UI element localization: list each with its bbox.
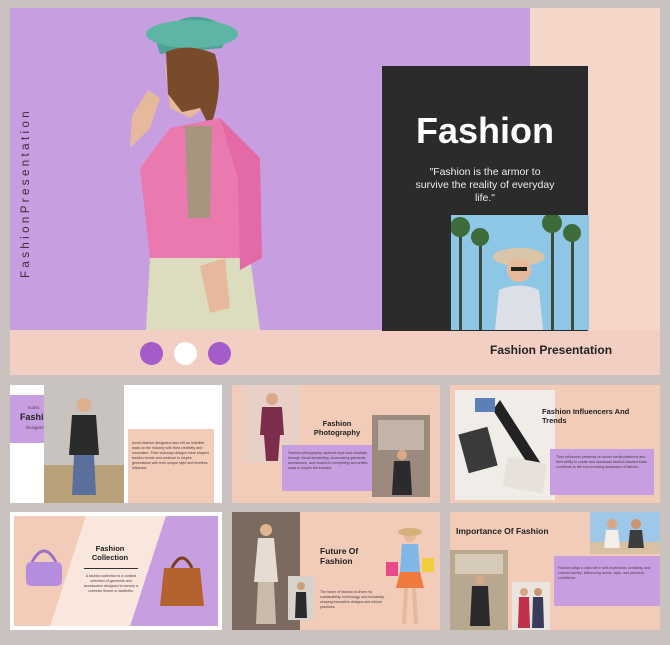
- hero-title: Fashion: [415, 110, 554, 151]
- dot-purple-1: [140, 342, 163, 365]
- t4-body: A fashion collection is a curated select…: [84, 574, 138, 593]
- t6-photo-street: [450, 550, 508, 630]
- t1-small: Iconic: [28, 405, 40, 410]
- t5-photo-small: [288, 576, 314, 620]
- t5-body: The future of fashion is driven by susta…: [320, 590, 385, 609]
- slide-thumb-importance[interactable]: Importance Of Fashion Fashion plays a vi…: [450, 512, 660, 630]
- vertical-title: FashionPresentation: [20, 107, 32, 279]
- dot-purple-2: [208, 342, 231, 365]
- t4-title: Fashion Collection: [91, 544, 129, 562]
- t2-body: Fashion photography captures style and c…: [288, 451, 368, 470]
- t6-photo-pair: [512, 582, 550, 630]
- t3-title: Fashion Influencers And Trends: [542, 407, 630, 425]
- t5-title: Future Of Fashion: [320, 546, 359, 566]
- purple-handbag-icon: [26, 549, 62, 586]
- t2-photo-right: [372, 415, 430, 497]
- palms-photo: [451, 215, 589, 330]
- slide-thumb-designers[interactable]: Iconic Fashion Designers Iconic fashion …: [10, 385, 222, 503]
- slide-thumb-collection[interactable]: Fashion Collection A fashion collection …: [10, 512, 222, 630]
- slide-thumb-photography[interactable]: Fashion Photography Fashion photography …: [232, 385, 440, 503]
- t6-photo-couple: [590, 512, 660, 554]
- dot-white: [174, 342, 197, 365]
- t6-title: Importance Of Fashion: [456, 526, 549, 536]
- slide-thumb-future[interactable]: Future Of Fashion The future of fashion …: [232, 512, 440, 630]
- presentation-label: Fashion Presentation: [490, 343, 613, 357]
- brown-handbag-icon: [160, 556, 204, 606]
- t3-body: Their influencer presence on social medi…: [556, 455, 648, 469]
- t1-body: Iconic fashion designers have left an in…: [132, 441, 209, 470]
- t2-title: Fashion Photography: [313, 419, 361, 437]
- slide-thumb-influencers[interactable]: Fashion Influencers And Trends Their inf…: [450, 385, 660, 503]
- t3-flatlay-photo: [455, 390, 555, 500]
- t1-photo: [44, 385, 124, 503]
- color-dots: [140, 342, 231, 365]
- t5-model-shopping: [386, 528, 434, 624]
- model-image: [130, 16, 262, 330]
- main-slide: FashionPresentation Fashion "Fashion is …: [10, 8, 660, 375]
- hero-quote: "Fashion is the armor to survive the rea…: [415, 166, 555, 204]
- t6-body: Fashion plays a vital role in self-expre…: [558, 566, 651, 580]
